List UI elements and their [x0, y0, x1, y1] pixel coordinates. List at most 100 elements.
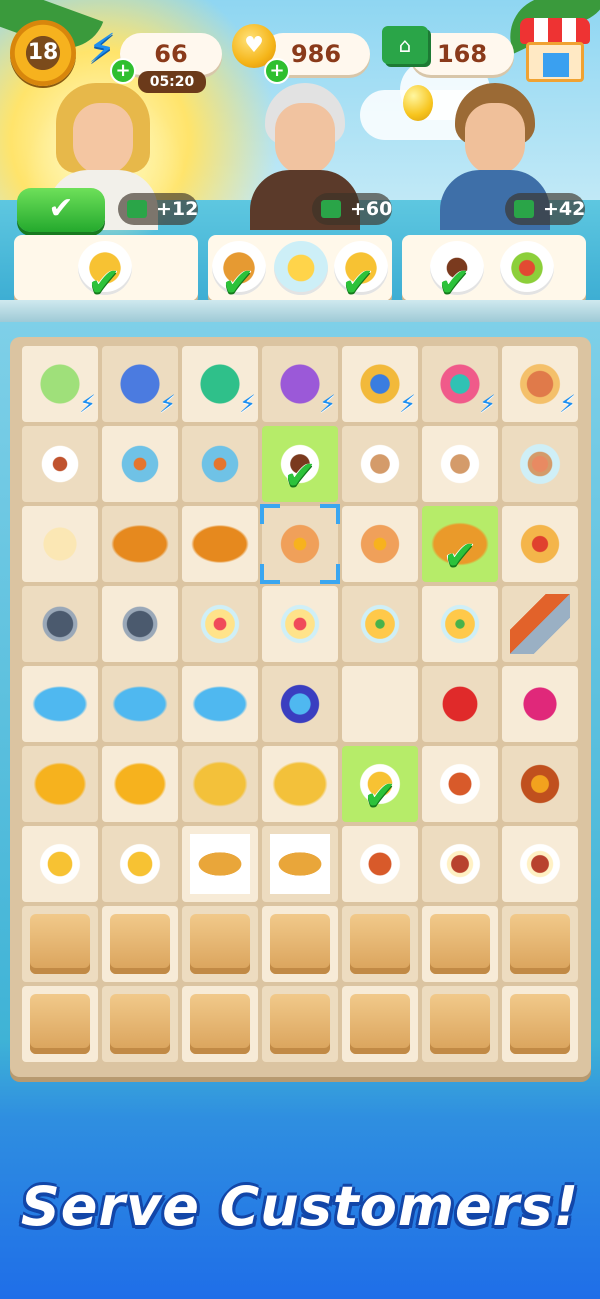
board-cell-latte-cup[interactable] [342, 426, 418, 502]
board-cell-espresso-machine[interactable]: ⚡ [102, 346, 178, 422]
board-cell-coin-stack[interactable] [22, 746, 98, 822]
board-cell-bacon-breakfast[interactable] [422, 826, 498, 902]
board-cell-blue-crystal[interactable] [102, 666, 178, 742]
board-cell-taco-plate[interactable] [262, 826, 338, 902]
board-cell-box[interactable] [262, 986, 338, 1062]
board-cell-blue-crystal[interactable] [22, 666, 98, 742]
board-cell-latte-cup[interactable] [422, 426, 498, 502]
board-cell-bacon-breakfast[interactable] [502, 826, 578, 902]
board-cell-blue-crystal[interactable] [182, 666, 258, 742]
board-cell-coin-pile[interactable] [182, 746, 258, 822]
board-cell-box[interactable] [422, 906, 498, 982]
coin-stack-icon [110, 754, 170, 814]
order-panel-3[interactable]: ✔ [402, 235, 586, 306]
level-badge[interactable]: 18 [10, 20, 76, 86]
bacon-breakfast-icon [430, 834, 490, 894]
serve-button[interactable]: ✔ [17, 188, 105, 232]
board-cell-box[interactable] [182, 986, 258, 1062]
dough-ball-icon [30, 514, 90, 574]
board-cell-box[interactable] [262, 906, 338, 982]
board-cell-purple-vanity[interactable]: ⚡ [262, 346, 338, 422]
board-cell-box[interactable] [502, 986, 578, 1062]
board-cell-box[interactable] [422, 986, 498, 1062]
board-cell-spatula[interactable] [502, 586, 578, 662]
coin-stack-icon [30, 754, 90, 814]
blue-crystal-icon [110, 674, 170, 734]
cup-to-go-icon [110, 434, 170, 494]
latte-cup-icon [350, 434, 410, 494]
board-cell-box[interactable] [502, 906, 578, 982]
cash-icon [127, 200, 147, 218]
tomato-icon [430, 674, 490, 734]
reward-amount: +42 [543, 198, 586, 220]
board-cell-coin-stack[interactable] [102, 746, 178, 822]
board-cell-frying-pan[interactable] [22, 586, 98, 662]
board-cell-lemonade[interactable] [342, 586, 418, 662]
board-cell-fries-plate[interactable] [102, 826, 178, 902]
board-cell-paper-cup[interactable] [22, 426, 98, 502]
checkmark-icon: ✔ [437, 260, 471, 306]
board-cell-bread-loaf[interactable] [182, 506, 258, 582]
lightning-energy-icon: ⚡ [559, 390, 576, 418]
board-cell-dough-ball[interactable] [22, 506, 98, 582]
board-cell-toaster[interactable]: ⚡ [22, 346, 98, 422]
reward-badge: +12 [118, 193, 198, 225]
board-cell-latte-heart[interactable] [502, 426, 578, 502]
board-cell-sandwich[interactable] [502, 506, 578, 582]
order-panel-1[interactable]: ✔ [14, 235, 198, 303]
board-cell-lemonade[interactable] [422, 586, 498, 662]
reward-badge: +42 [505, 193, 585, 225]
board-cell-radish[interactable] [502, 666, 578, 742]
board-cell-stand-stall[interactable]: ⚡ [342, 346, 418, 422]
box-icon [350, 994, 410, 1054]
board-cell-box[interactable] [102, 906, 178, 982]
board-cell-crystal-chest[interactable] [262, 666, 338, 742]
board-cell-bread-loaf[interactable] [102, 506, 178, 582]
board-cell-box[interactable] [22, 986, 98, 1062]
board-cell-box[interactable] [102, 986, 178, 1062]
board-cell-box[interactable] [342, 986, 418, 1062]
box-icon [30, 914, 90, 974]
checkmark-icon: ✔ [363, 773, 397, 819]
taco-plate-icon [270, 834, 330, 894]
board-cell-empty[interactable] [342, 666, 418, 742]
lightning-energy-icon: ⚡ [319, 390, 336, 418]
bacon-breakfast-icon [510, 834, 570, 894]
spatula-icon [510, 594, 570, 654]
box-icon [270, 994, 330, 1054]
board-cell-lasagna[interactable] [342, 826, 418, 902]
board-cell-cup-to-go[interactable] [182, 426, 258, 502]
box-icon [430, 914, 490, 974]
board-cell-box[interactable] [182, 906, 258, 982]
fruit-plate-order-item [500, 241, 554, 295]
box-icon [350, 914, 410, 974]
board-cell-lasagna[interactable] [422, 746, 498, 822]
board-cell-coffee-cup[interactable]: ✔ [262, 426, 338, 502]
board-cell-taco-plate[interactable] [182, 826, 258, 902]
board-cell-fruit-cup[interactable] [182, 586, 258, 662]
board-cell-fries-plate[interactable]: ✔ [342, 746, 418, 822]
shop-icon [526, 42, 584, 82]
board-cell-cup-to-go[interactable] [102, 426, 178, 502]
crystal-chest-icon [270, 674, 330, 734]
board-cell-box[interactable] [342, 906, 418, 982]
board-cell-coffee-maker[interactable]: ⚡ [182, 346, 258, 422]
board-cell-egg-toast[interactable] [260, 504, 340, 584]
board-cell-fruit-cup[interactable] [262, 586, 338, 662]
board-cell-treasure-chest[interactable] [502, 746, 578, 822]
selection-bracket [260, 564, 280, 584]
board-cell-coin-pile[interactable] [262, 746, 338, 822]
board-cell-fries-plate[interactable] [22, 826, 98, 902]
board-cell-market-stall[interactable]: ⚡ [422, 346, 498, 422]
frying-pan-icon [30, 594, 90, 654]
board-cell-tomato[interactable] [422, 666, 498, 742]
board-cell-box[interactable] [22, 906, 98, 982]
board-cell-bread-basket[interactable]: ⚡ [502, 346, 578, 422]
radish-icon [510, 674, 570, 734]
shop-button[interactable] [520, 18, 590, 84]
order-panel-2[interactable]: ✔ ✔ [208, 235, 392, 303]
board-cell-croissant[interactable]: ✔ [422, 506, 498, 582]
board-cell-egg-toast[interactable] [342, 506, 418, 582]
fries-plate-icon [110, 834, 170, 894]
board-cell-frying-pan[interactable] [102, 586, 178, 662]
